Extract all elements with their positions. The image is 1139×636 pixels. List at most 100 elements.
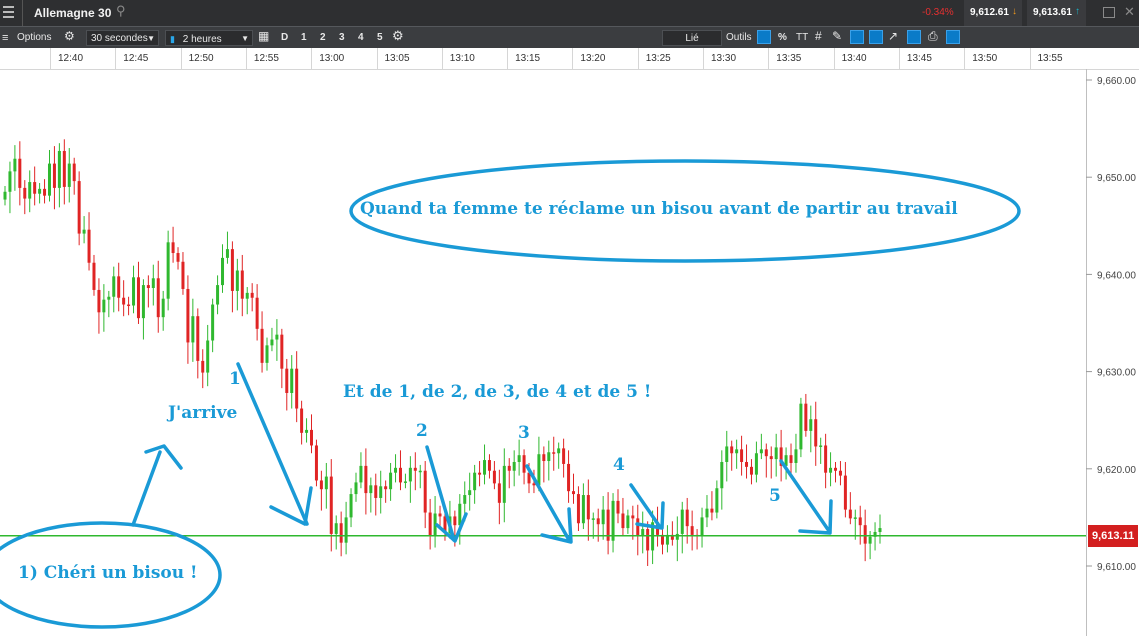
line-tool-icon[interactable]: ↗ (888, 29, 898, 43)
candle-down (522, 455, 526, 473)
candle-up (235, 270, 239, 291)
candle-down (764, 449, 768, 457)
crosshair-tool-icon[interactable] (757, 30, 771, 44)
candle-up (641, 529, 645, 536)
interval-select[interactable]: 30 secondes ▼ (86, 30, 159, 46)
candle-up (537, 454, 541, 486)
candle-up (161, 298, 165, 318)
candle-up (369, 485, 373, 494)
time-tick-separator (311, 48, 313, 69)
linked-button[interactable]: Lié (662, 30, 722, 46)
candle-down (730, 446, 734, 454)
period-3-button[interactable]: 3 (339, 31, 345, 45)
candle-up (512, 461, 516, 471)
candle-down (656, 522, 660, 535)
lock-icon: ▮ (170, 34, 175, 44)
label-icon[interactable] (907, 30, 921, 44)
y-tick-label: 9,660.00 (1097, 76, 1136, 87)
candle-up (829, 467, 833, 473)
time-tick-label: 13:00 (319, 53, 345, 64)
settings-gear-icon[interactable]: ⚙ (392, 29, 404, 43)
candle-down (122, 297, 126, 305)
window-title-bar: Allemagne 30 ⚲ -0.34% 9,612.61 ↓ 9,613.6… (0, 0, 1139, 26)
candle-down (295, 368, 299, 409)
candle-up (141, 285, 145, 319)
period-select[interactable]: ▮ 2 heures ▼ (165, 30, 253, 46)
period-5-button[interactable]: 5 (377, 31, 383, 45)
count-caption: Et de 1, de 2, de 3, de 4 et de 5 ! (343, 382, 652, 402)
y-tick-label: 9,650.00 (1097, 173, 1136, 184)
time-tick-separator (1029, 48, 1031, 69)
period-2-button[interactable]: 2 (320, 31, 326, 45)
candle-up (408, 467, 412, 482)
down-arrow-icon: ↓ (1012, 6, 1017, 17)
calendar-icon[interactable]: ▦ (258, 29, 269, 43)
search-icon[interactable]: ⚲ (116, 3, 126, 19)
time-tick-label: 13:10 (449, 53, 475, 64)
zoom-icon[interactable] (869, 30, 883, 44)
candle-up (799, 403, 803, 450)
candle-down (789, 455, 793, 463)
candle-up (502, 465, 506, 503)
candle-up (305, 429, 309, 433)
settings-list-icon[interactable]: ≡ (2, 31, 8, 45)
candle-up (868, 536, 872, 544)
candle-up (265, 345, 269, 363)
candle-up (344, 517, 348, 543)
candle-up (759, 449, 763, 454)
period-1-button[interactable]: 1 (301, 31, 307, 45)
candle-down (690, 526, 694, 535)
candle-up (3, 191, 7, 200)
candle-down (117, 276, 121, 298)
buy-price-box[interactable]: 9,613.61 ↑ (1027, 0, 1086, 26)
candle-up (735, 449, 739, 454)
sell-price-box[interactable]: 9,612.61 ↓ (964, 0, 1022, 26)
candle-up (8, 171, 12, 192)
percent-tool[interactable]: % (778, 31, 787, 45)
price-chart[interactable]: 9,660.00 9,650.00 9,640.00 9,630.00 9,620.00… (0, 69, 1139, 636)
time-tick-separator (245, 48, 247, 69)
time-tick-separator (441, 48, 443, 69)
candle-down (532, 483, 536, 486)
candle-down (863, 525, 867, 544)
label-3: 3 (518, 423, 530, 443)
candle-up (191, 316, 195, 343)
time-tick-separator (833, 48, 835, 69)
candle-icon[interactable] (850, 30, 864, 44)
y-tick-label: 9,630.00 (1097, 368, 1136, 379)
candle-up (591, 518, 595, 520)
edit-icon[interactable] (946, 30, 960, 44)
print-icon[interactable]: ⎙ (928, 29, 938, 43)
tools-menu[interactable]: Outils (726, 31, 752, 45)
candle-up (57, 150, 61, 188)
draw-icon[interactable]: ✎ (832, 29, 842, 43)
day-button[interactable]: D (281, 31, 288, 45)
close-icon[interactable]: ✕ (1124, 4, 1135, 20)
time-tick-separator (50, 48, 51, 69)
time-tick-label: 13:55 (1037, 53, 1063, 64)
candle-up (151, 278, 155, 289)
candle-down (250, 292, 254, 298)
candle-down (646, 529, 650, 551)
text-tool[interactable]: TT (796, 31, 808, 45)
candle-up (107, 296, 111, 300)
menu-icon[interactable] (3, 6, 14, 19)
candle-down (181, 261, 185, 289)
maximize-icon[interactable] (1103, 7, 1115, 18)
gear-icon[interactable]: ⚙ (64, 29, 75, 43)
time-tick-separator (964, 48, 966, 69)
candle-down (428, 512, 432, 536)
grid-icon[interactable]: # (815, 29, 822, 43)
candle-up (581, 495, 585, 524)
candle-down (374, 485, 378, 498)
candle-down (240, 270, 244, 299)
candle-up (334, 523, 338, 534)
candle-up (715, 488, 719, 513)
candle-down (176, 253, 180, 262)
options-button[interactable]: Options (17, 31, 51, 45)
up-arrow-icon: ↑ (1075, 6, 1080, 17)
period-4-button[interactable]: 4 (358, 31, 364, 45)
time-tick-separator (376, 48, 378, 69)
candle-up (468, 490, 472, 496)
candle-up (275, 334, 279, 340)
